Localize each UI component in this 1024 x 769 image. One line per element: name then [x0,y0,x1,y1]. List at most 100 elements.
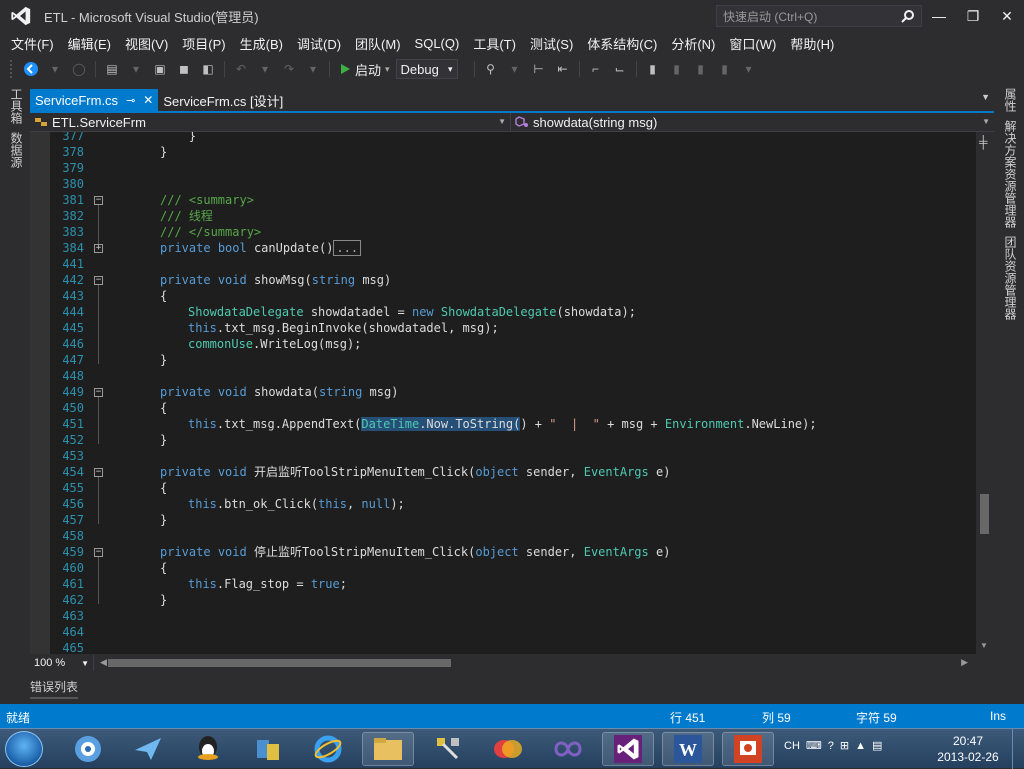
quick-launch-input[interactable]: 快速启动 (Ctrl+Q) [716,5,922,27]
navigate-back-icon[interactable] [20,58,42,80]
start-debugging-button[interactable]: 启动 ▾ [335,60,394,79]
menu-help[interactable]: 帮助(H) [783,34,841,53]
expand-icon[interactable]: + [94,244,103,253]
tools-icon[interactable] [422,732,474,766]
messenger-bird-icon[interactable] [122,732,174,766]
show-hidden-icons-icon[interactable]: ▲ [855,740,866,752]
start-button[interactable] [5,731,43,767]
clear-bookmarks-icon[interactable]: ▮ [714,58,736,80]
code-editor[interactable]: 377 } 378} 379 380 381−/// <summary> 382… [30,132,976,654]
dropdown-arrow-icon[interactable]: ▾ [504,58,526,80]
search-icon[interactable] [901,9,915,23]
collapse-icon[interactable]: − [94,468,103,477]
menu-project[interactable]: 项目(P) [175,34,232,53]
close-icon[interactable]: ✕ [143,93,153,107]
scroll-thumb[interactable] [980,494,989,534]
split-window-icon[interactable]: ╪ [979,135,988,149]
previous-bookmark-icon[interactable]: ▮ [666,58,688,80]
code-line: 445 this.txt_msg.BeginInvoke(showdatadel,… [62,321,499,335]
undo-icon[interactable]: ↶ [230,58,252,80]
internet-explorer-icon[interactable] [302,732,354,766]
save-icon[interactable]: ◼ [173,58,195,80]
collapse-icon[interactable]: − [94,276,103,285]
open-file-icon[interactable]: ▣ [149,58,171,80]
show-desktop-button[interactable] [1012,729,1024,769]
comment-icon[interactable]: ⌐ [585,58,607,80]
ime-options-icon[interactable]: ⊞ [840,739,849,752]
solution-configuration-select[interactable]: Debug ▾ [395,59,458,79]
data-sources-tab[interactable]: 数据源 [8,128,25,172]
infinity-app-icon[interactable] [542,732,594,766]
menu-architecture[interactable]: 体系结构(C) [580,34,664,53]
new-project-icon[interactable]: ▤ [101,58,123,80]
collapse-icon[interactable]: − [94,196,103,205]
dropdown-arrow-icon[interactable]: ▾ [44,58,66,80]
colorful-app-icon[interactable] [482,732,534,766]
help-icon[interactable]: ? [828,740,834,752]
scroll-thumb[interactable] [108,659,451,667]
collapse-icon[interactable]: − [94,388,103,397]
menu-file[interactable]: 文件(F) [4,34,61,53]
input-language[interactable]: CH [784,740,800,752]
menu-window[interactable]: 窗口(W) [722,34,783,53]
error-list-tab[interactable]: 错误列表 [30,678,79,699]
menu-analyze[interactable]: 分析(N) [664,34,722,53]
word-icon[interactable]: W [662,732,714,766]
menu-test[interactable]: 测试(S) [523,34,580,53]
tab-servicefrm-design[interactable]: ServiceFrm.cs [设计] [158,89,288,111]
solution-explorer-tab[interactable]: 解决方案资源管理器 [1002,116,1019,232]
zoom-select[interactable]: 100 % ▼ [30,655,94,671]
close-window-button[interactable]: ✕ [990,0,1024,32]
menu-view[interactable]: 视图(V) [118,34,175,53]
tray-app-icon[interactable]: ▤ [872,739,882,752]
vertical-scrollbar[interactable]: ╪ ▼ [976,132,994,654]
dropdown-arrow-icon[interactable]: ▾ [302,58,324,80]
uncomment-icon[interactable]: ⌙ [609,58,631,80]
tab-list-dropdown-icon[interactable]: ▼ [981,92,990,102]
menu-debug[interactable]: 调试(D) [290,34,348,53]
properties-tab[interactable]: 属性 [1002,84,1019,116]
visual-studio-taskbar-icon[interactable] [602,732,654,766]
collapsed-region[interactable]: ... [333,240,362,256]
align-lefts-icon[interactable]: ⊢ [528,58,550,80]
keyboard-icon[interactable]: ⌨ [806,739,822,752]
scroll-left-icon[interactable]: ◀ [100,657,107,668]
menu-team[interactable]: 团队(M) [348,34,408,53]
menu-sql[interactable]: SQL(Q) [408,36,467,51]
next-bookmark-icon[interactable]: ▮ [690,58,712,80]
code-line-current: 451 this.txt_msg.AppendText(DateTime.Now.… [62,417,817,431]
minimize-button[interactable]: — [922,0,956,32]
dropdown-arrow-icon[interactable]: ▾ [254,58,276,80]
toolbar-options-icon[interactable]: ▾ [738,58,760,80]
code-line: 442− private void showMsg(string msg) [62,273,392,287]
save-all-icon[interactable]: ◧ [197,58,219,80]
outdent-icon[interactable]: ⇤ [552,58,574,80]
menu-edit[interactable]: 编辑(E) [61,34,118,53]
toolbar-grip[interactable] [10,60,14,78]
dropdown-arrow-icon[interactable]: ▾ [125,58,147,80]
find-in-files-icon[interactable]: ⚲ [480,58,502,80]
member-dropdown[interactable]: showdata(string msg) ▼ [510,113,994,131]
redo-icon[interactable]: ↷ [278,58,300,80]
horizontal-scrollbar[interactable]: ◀ ▶ [100,654,972,672]
media-player-icon[interactable] [62,732,114,766]
qq-icon[interactable] [182,732,234,766]
scroll-right-icon[interactable]: ▶ [961,657,968,668]
tab-servicefrm-cs[interactable]: ServiceFrm.cs ⊸ ✕ [30,89,159,111]
restore-button[interactable]: ❐ [956,0,990,32]
toolbox-tab[interactable]: 工具箱 [8,84,25,128]
menu-tools[interactable]: 工具(T) [466,34,523,53]
type-dropdown[interactable]: ETL.ServiceFrm ▼ [30,113,510,131]
file-explorer-icon[interactable] [362,732,414,766]
network-tool-icon[interactable] [242,732,294,766]
scroll-down-icon[interactable]: ▼ [980,641,988,650]
menu-build[interactable]: 生成(B) [233,34,290,53]
bookmark-icon[interactable]: ▮ [642,58,664,80]
pin-icon[interactable]: ⊸ [126,94,135,107]
collapse-icon[interactable]: − [94,548,103,557]
team-explorer-tab[interactable]: 团队资源管理器 [1002,232,1019,324]
code-line: 384 + private bool canUpdate()... [30,240,976,256]
clock[interactable]: 20:47 2013-02-26 [928,733,1008,765]
navigate-forward-icon[interactable]: ◯ [68,58,90,80]
powerpoint-icon[interactable] [722,732,774,766]
